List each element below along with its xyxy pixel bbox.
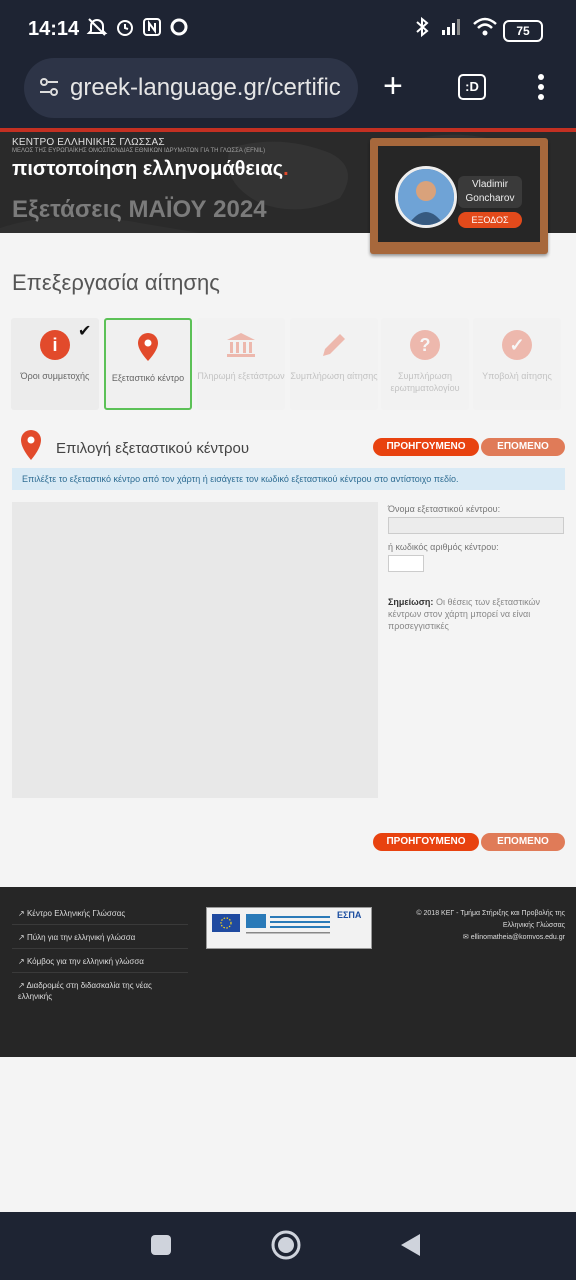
divider bbox=[12, 972, 188, 973]
footer-link-routes[interactable]: ↗ Διαδρομές στη διδασκαλία της νέας ελλη… bbox=[18, 980, 188, 1002]
map-note: Σημείωση: Οι θέσεις των εξεταστικών κέντ… bbox=[388, 596, 568, 632]
status-time: 14:14 bbox=[28, 18, 80, 40]
step-application[interactable]: Συμπλήρωση αίτησης bbox=[290, 318, 378, 410]
step-exam-center[interactable]: Εξεταστικό κέντρο bbox=[104, 318, 192, 410]
greece-logo-icon bbox=[246, 912, 332, 938]
eu-flag-icon bbox=[212, 914, 240, 932]
note-label: Σημείωση: bbox=[388, 597, 434, 607]
logout-button[interactable]: ΕΞΟΔΟΣ bbox=[458, 212, 522, 228]
pencil-icon bbox=[319, 330, 349, 360]
footer-link-label: Κέντρο Ελληνικής Γλώσσας bbox=[26, 909, 126, 918]
copyright: © 2018 ΚΕΓ - Τμήμα Στήριξης και Προβολής… bbox=[396, 908, 565, 944]
check-icon: ✔ bbox=[78, 323, 92, 340]
info-alert: Επιλέξτε το εξεταστικό κέντρο από τον χά… bbox=[12, 468, 565, 490]
next-button[interactable]: ΕΠΟΜΕΝΟ bbox=[481, 833, 565, 851]
org-subtitle: ΜΕΛΟΣ ΤΗΣ ΕΥΡΩΠΑΪΚΗΣ ΟΜΟΣΠΟΝΔΙΑΣ ΕΘΝΙΚΩΝ… bbox=[12, 148, 266, 154]
center-name-field bbox=[388, 517, 564, 534]
exam-period: Εξετάσεις ΜΑΪΟΥ 2024 bbox=[12, 196, 267, 223]
map-pin-icon bbox=[133, 332, 163, 362]
divider bbox=[12, 948, 188, 949]
center-code-field[interactable] bbox=[388, 555, 424, 572]
footer-link-portal[interactable]: ↗ Πύλη για την ελληνική γλώσσα bbox=[18, 932, 188, 943]
home-button[interactable] bbox=[270, 1229, 302, 1266]
step-label: Όροι συμμετοχής bbox=[20, 371, 90, 381]
back-button[interactable] bbox=[398, 1232, 422, 1263]
question-icon: ? bbox=[410, 330, 440, 360]
site-settings-icon[interactable] bbox=[36, 74, 62, 105]
copyright-text: © 2018 ΚΕΓ - Τμήμα Στήριξης και Προβολής… bbox=[416, 910, 565, 929]
url-text[interactable]: greek-language.gr/certific bbox=[70, 74, 348, 102]
previous-button[interactable]: ΠΡΟΗΓΟΥΜΕΝΟ bbox=[373, 438, 479, 456]
signal-icon bbox=[440, 16, 464, 44]
footer-link-label: Πύλη για την ελληνική γλώσσα bbox=[26, 933, 136, 942]
center-name-label: Όνομα εξεταστικού κέντρου: bbox=[388, 504, 501, 514]
step-payment[interactable]: Πληρωμή εξετάστρων bbox=[197, 318, 285, 410]
map-pin-icon bbox=[20, 430, 42, 465]
circle-icon bbox=[168, 16, 190, 44]
espa-logo: ΕΣΠΑ bbox=[337, 910, 362, 920]
email-text: ellinomatheia@komvos.edu.gr bbox=[470, 934, 565, 941]
step-label: Πληρωμή εξετάστρων bbox=[197, 371, 285, 381]
wifi-icon bbox=[472, 16, 498, 44]
info-icon: i bbox=[40, 330, 70, 360]
avatar bbox=[395, 166, 457, 228]
step-questionnaire[interactable]: ? Συμπλήρωση ερωτηματολογίου bbox=[381, 318, 469, 410]
step-label: Υποβολή αίτησης bbox=[482, 371, 552, 381]
footer-link-label: Κόμβος για την ελληνική γλώσσα bbox=[26, 957, 144, 966]
nfc-icon bbox=[142, 16, 162, 44]
new-tab-button[interactable]: + bbox=[383, 68, 403, 104]
tab-switcher-button[interactable]: :D bbox=[458, 74, 486, 100]
bluetooth-icon bbox=[412, 16, 432, 44]
step-label: Συμπλήρωση αίτησης bbox=[290, 371, 378, 381]
previous-button[interactable]: ΠΡΟΗΓΟΥΜΕΝΟ bbox=[373, 833, 479, 851]
contact-email[interactable]: ✉ ellinomatheia@komvos.edu.gr bbox=[396, 932, 565, 944]
bank-icon bbox=[226, 330, 256, 360]
step-submit[interactable]: ✓ Υποβολή αίτησης bbox=[473, 318, 561, 410]
step-label: Συμπλήρωση ερωτηματολογίου bbox=[390, 371, 460, 393]
submit-check-icon: ✓ bbox=[502, 330, 532, 360]
divider bbox=[12, 924, 188, 925]
step-label: Εξεταστικό κέντρο bbox=[111, 373, 185, 383]
user-name: Vladimir Goncharov bbox=[458, 176, 522, 208]
site-title-text: πιστοποίηση ελληνομάθειας bbox=[12, 158, 284, 180]
page-title: Επεξεργασία αίτησης bbox=[12, 270, 220, 295]
alarm-icon bbox=[114, 16, 136, 44]
org-name: ΚΕΝΤΡΟ ΕΛΛΗΝΙΚΗΣ ΓΛΩΣΣΑΣ bbox=[12, 137, 165, 148]
browser-menu-icon[interactable] bbox=[537, 72, 545, 107]
battery-indicator: 75 bbox=[503, 20, 543, 42]
footer-link-label: Διαδρομές στη διδασκαλία της νέας ελληνι… bbox=[18, 981, 152, 1001]
header-stripe bbox=[0, 128, 576, 132]
site-title-dot: . bbox=[283, 158, 289, 180]
notifications-off-icon bbox=[86, 16, 108, 44]
center-code-label: ή κωδικός αριθμός κέντρου: bbox=[388, 542, 499, 552]
map-area[interactable] bbox=[12, 502, 378, 798]
footer-link-keg[interactable]: ↗ Κέντρο Ελληνικής Γλώσσας bbox=[18, 908, 188, 919]
footer-link-hub[interactable]: ↗ Κόμβος για την ελληνική γλώσσα bbox=[18, 956, 188, 967]
site-title[interactable]: πιστοποίηση ελληνομάθειας. bbox=[12, 158, 289, 181]
section-title: Επιλογή εξεταστικού κέντρου bbox=[56, 440, 250, 457]
next-button[interactable]: ΕΠΟΜΕΝΟ bbox=[481, 438, 565, 456]
recents-button[interactable] bbox=[150, 1234, 172, 1261]
